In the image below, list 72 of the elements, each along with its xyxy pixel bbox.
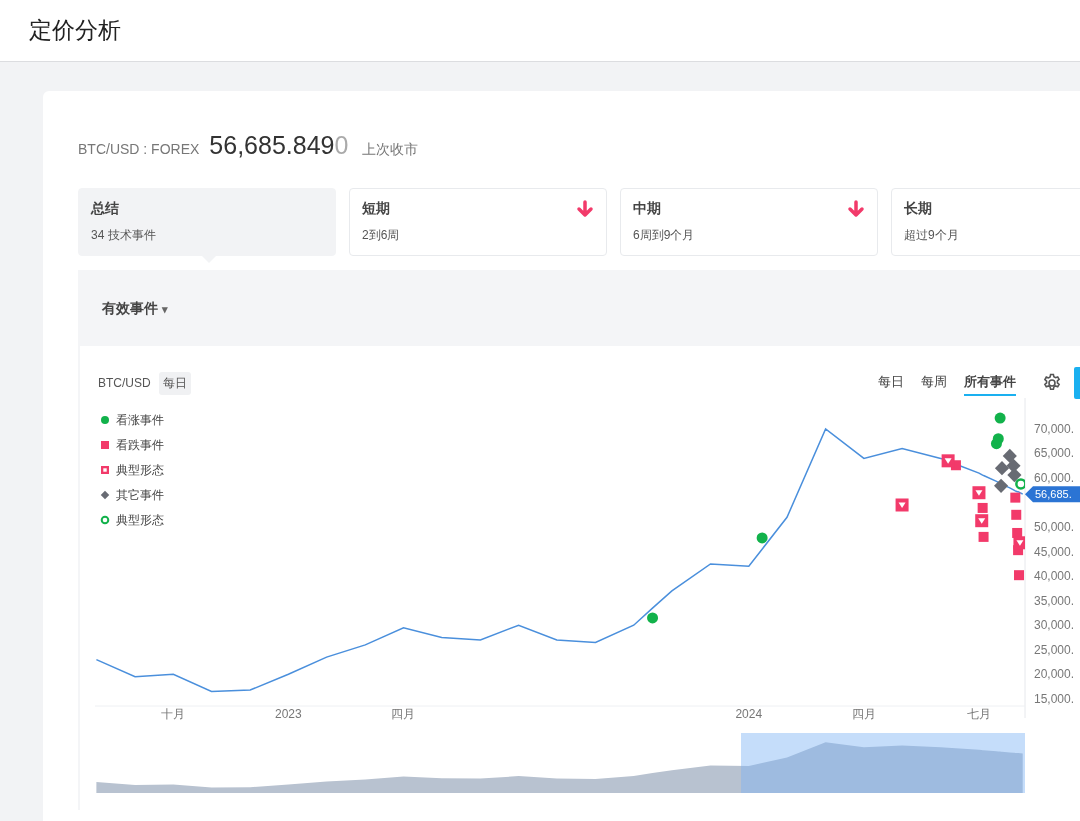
x-axis-label: 四月	[851, 707, 876, 721]
y-axis-label: 70,000.	[1034, 421, 1075, 436]
other-event-marker	[1002, 448, 1017, 463]
tab-title: 总结	[91, 200, 119, 218]
circle-legend-icon	[100, 415, 110, 425]
pattern-marker	[941, 454, 955, 468]
x-axis-label: 四月	[391, 707, 416, 721]
tab-subtitle: 超过9个月	[904, 227, 960, 244]
square-legend-icon	[100, 440, 110, 450]
other-event-marker	[1007, 468, 1022, 483]
view-tab[interactable]: 每日	[878, 370, 904, 396]
y-axis-label: 45,000.	[1034, 544, 1075, 559]
legend-label: 典型形态	[116, 461, 164, 479]
x-axis-label: 十月	[161, 707, 186, 721]
bullish-marker	[647, 612, 659, 624]
tab-title: 长期	[904, 200, 932, 218]
view-tab[interactable]: 每周	[921, 370, 947, 396]
events-dropdown[interactable]: 有效事件 ▾	[102, 298, 168, 320]
y-axis-label: 40,000.	[1034, 569, 1075, 584]
tab-subtitle: 6周到9个月	[633, 227, 696, 244]
page-title: 定价分析	[29, 16, 121, 45]
bullish-marker	[994, 412, 1006, 424]
y-axis-label: 65,000.	[1034, 446, 1075, 461]
pattern-marker	[975, 514, 989, 528]
tab-subtitle: 2到6周	[362, 227, 401, 244]
other-event-marker	[994, 461, 1010, 476]
bearish-marker	[1011, 509, 1022, 520]
navigator-range[interactable]	[741, 733, 1025, 793]
legend-label: 看跌事件	[116, 436, 164, 454]
tab-subtitle: 34 技术事件	[91, 227, 157, 244]
y-axis-label: 20,000.	[1034, 667, 1075, 682]
settings-icon[interactable]	[1042, 373, 1062, 393]
x-axis-label: 2023	[275, 707, 302, 721]
tab-title: 中期	[633, 200, 661, 218]
bullish-marker	[756, 532, 768, 544]
pattern-marker	[895, 498, 909, 512]
pattern-ring-marker	[1015, 478, 1025, 490]
price-value: 56,685.849	[209, 131, 335, 160]
y-axis-label: 35,000.	[1034, 593, 1075, 608]
bearish-marker	[1010, 492, 1021, 503]
side-tab[interactable]	[1074, 367, 1080, 399]
y-axis-label: 50,000.	[1034, 520, 1075, 535]
legend-label: 其它事件	[116, 486, 164, 504]
bearish-marker	[1014, 570, 1024, 581]
y-axis-label: 15,000.	[1034, 691, 1075, 706]
y-axis-label: 30,000.	[1034, 618, 1075, 633]
diamond-legend-icon	[100, 490, 110, 500]
tri-legend-icon	[100, 465, 110, 475]
other-event-marker	[994, 478, 1009, 493]
bullish-marker	[992, 433, 1004, 445]
price-faded-digit: 0	[334, 131, 349, 160]
bearish-marker	[1012, 527, 1023, 538]
bearish-marker	[978, 531, 989, 542]
y-axis-label: 60,000.	[1034, 471, 1075, 485]
view-tab[interactable]: 所有事件	[964, 370, 1016, 396]
y-axis-label: 25,000.	[1034, 642, 1075, 657]
x-axis-label: 2024	[735, 707, 763, 721]
interval-tag: 每日	[158, 371, 191, 395]
chart-symbol: BTC/USD	[98, 376, 151, 390]
ring-legend-icon	[100, 515, 110, 525]
x-axis-label: 七月	[966, 707, 991, 721]
pattern-marker	[972, 486, 986, 500]
close-note: 上次收市	[362, 141, 419, 159]
bearish-marker	[977, 502, 988, 513]
horizon-tab[interactable]: 长期 超过9个月	[891, 188, 1080, 256]
legend-label: 典型形态	[116, 511, 164, 529]
legend-label: 看涨事件	[116, 411, 164, 429]
symbol-label: BTC/USD : FOREX	[78, 141, 200, 157]
horizon-tab[interactable]: 短期 2到6周	[349, 188, 607, 256]
tab-title: 短期	[362, 200, 390, 218]
horizon-tab[interactable]: 中期 6周到9个月	[620, 188, 878, 256]
price-label: 56,685.	[1025, 486, 1080, 503]
